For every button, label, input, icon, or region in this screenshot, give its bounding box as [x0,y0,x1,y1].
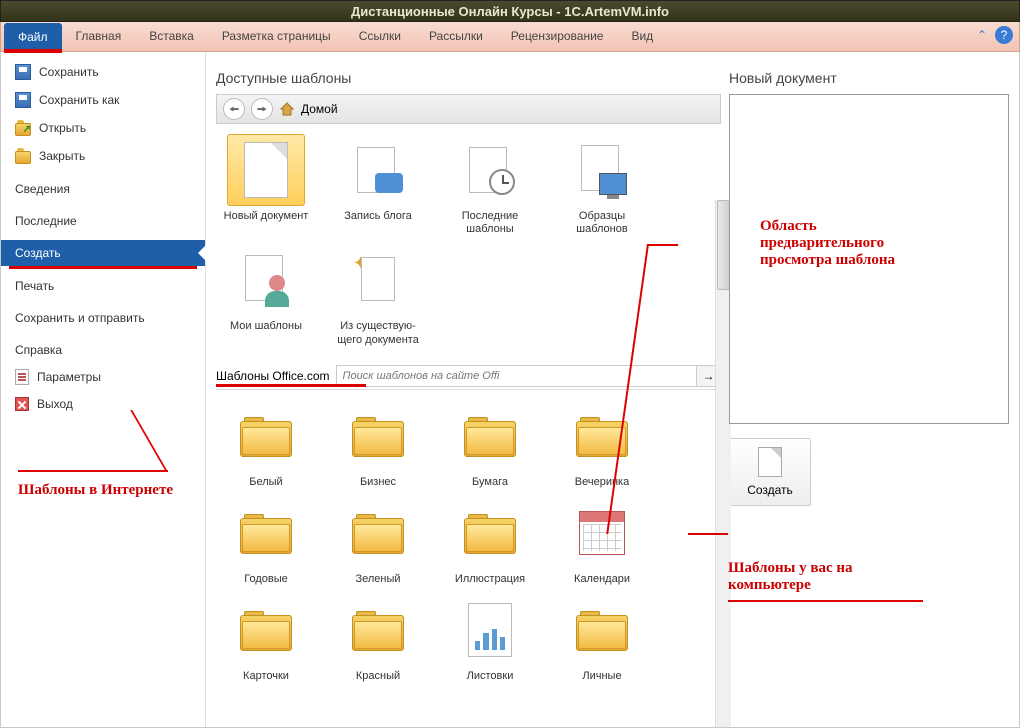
nav-label: Сохранить [39,65,99,79]
preview-panel: Новый документ Создать [729,70,1009,727]
folder-label: Белый [216,476,316,489]
template-label: Новый документ [216,210,316,223]
folder-label: Вечеринка [552,476,652,489]
tab-view[interactable]: Вид [617,22,667,51]
options-icon [15,369,29,385]
nav-save[interactable]: Сохранить [1,58,205,86]
nav-options[interactable]: Параметры [1,363,205,391]
template-folder[interactable]: Листовки [440,594,540,683]
template-folder[interactable]: Бизнес [328,400,428,489]
template-folder[interactable]: Личные [552,594,652,683]
template-samples[interactable]: Образцы шаблонов [552,134,652,236]
nav-forward-button[interactable]: 🠚 [251,98,273,120]
nav-label: Последние [15,214,77,228]
folder-label: Бумага [440,476,540,489]
template-my[interactable]: Мои шаблоны [216,244,316,346]
office-section-label: Шаблоны Office.com [216,369,330,383]
folder-label: Красный [328,670,428,683]
nav-open[interactable]: ↗ Открыть [1,114,205,142]
template-blog-post[interactable]: Запись блога [328,134,428,236]
nav-label: Печать [15,279,54,293]
template-label: Образцы шаблонов [552,210,652,236]
tab-insert[interactable]: Вставка [135,22,208,51]
tab-mailings[interactable]: Рассылки [415,22,497,51]
template-from-existing[interactable]: ✦ Из существую- щего документа [328,244,428,346]
nav-save-send[interactable]: Сохранить и отправить [1,305,205,331]
template-label: Мои шаблоны [216,320,316,333]
help-icon[interactable]: ? [995,26,1013,44]
folder-label: Карточки [216,670,316,683]
folder-label: Личные [552,670,652,683]
template-folder[interactable]: Бумага [440,400,540,489]
templates-heading: Доступные шаблоны [216,70,721,86]
save-icon [15,64,31,80]
tab-home[interactable]: Главная [62,22,136,51]
template-folder[interactable]: Вечеринка [552,400,652,489]
office-templates-header: Шаблоны Office.com → [216,361,721,390]
nav-label: Закрыть [39,149,85,163]
nav-label: Открыть [39,121,86,135]
nav-label: Сведения [15,182,70,196]
template-new-document[interactable]: Новый документ [216,134,316,236]
template-folder[interactable]: Белый [216,400,316,489]
minimize-ribbon-icon[interactable]: ⌃ [973,26,991,44]
folder-label: Листовки [440,670,540,683]
close-icon [15,148,31,164]
nav-label: Сохранить как [39,93,119,107]
tab-file[interactable]: Файл [4,23,62,51]
local-templates-grid: Новый документ Запись блога Последние ша… [216,124,721,357]
create-button[interactable]: Создать [729,438,811,506]
nav-help[interactable]: Справка [1,337,205,363]
tab-references[interactable]: Ссылки [345,22,415,51]
template-folder[interactable]: Иллюстрация [440,497,540,586]
nav-back-button[interactable]: 🠘 [223,98,245,120]
nav-label: Параметры [37,370,101,384]
nav-recent[interactable]: Последние [1,208,205,234]
ribbon: Файл Главная Вставка Разметка страницы С… [0,22,1020,52]
templates-panel: Доступные шаблоны 🠘 🠚 Домой Новый докуме… [216,70,721,727]
nav-info[interactable]: Сведения [1,176,205,202]
preview-area [729,94,1009,424]
title-bar: Дистанционные Онлайн Курсы - 1C.ArtemVM.… [0,0,1020,22]
nav-label: Выход [37,397,73,411]
exit-icon [15,397,29,411]
nav-create[interactable]: Создать [1,240,205,266]
template-label: Последние шаблоны [440,210,540,236]
document-icon [758,447,782,477]
save-as-icon [15,92,31,108]
template-folder[interactable]: Зеленый [328,497,428,586]
folder-label: Бизнес [328,476,428,489]
create-button-label: Создать [747,483,793,497]
backstage-nav: Сохранить Сохранить как ↗ Открыть Закрыт… [1,52,206,727]
nav-exit[interactable]: Выход [1,391,205,417]
annotation-underline [9,266,197,269]
template-label: Запись блога [328,210,428,223]
template-folder[interactable]: Календари [552,497,652,586]
template-recent[interactable]: Последние шаблоны [440,134,540,236]
folder-label: Зеленый [328,573,428,586]
folder-label: Годовые [216,573,316,586]
folder-label: Календари [552,573,652,586]
template-folder[interactable]: Годовые [216,497,316,586]
office-templates-grid: Белый Бизнес Бумага Вечеринка Годовые Зеленый… [216,390,721,694]
home-icon[interactable] [279,101,295,117]
nav-label: Создать [15,246,61,260]
open-icon: ↗ [15,120,31,136]
nav-label: Сохранить и отправить [15,311,145,325]
template-folder[interactable]: Карточки [216,594,316,683]
nav-print[interactable]: Печать [1,273,205,299]
search-templates-input[interactable] [336,365,697,387]
template-folder[interactable]: Красный [328,594,428,683]
preview-heading: Новый документ [729,70,1009,86]
nav-label: Справка [15,343,62,357]
template-label: Из существую- щего документа [328,320,428,346]
folder-label: Иллюстрация [440,573,540,586]
nav-close[interactable]: Закрыть [1,142,205,170]
nav-save-as[interactable]: Сохранить как [1,86,205,114]
tab-layout[interactable]: Разметка страницы [208,22,345,51]
tab-review[interactable]: Рецензирование [497,22,618,51]
templates-nav-bar: 🠘 🠚 Домой [216,94,721,124]
breadcrumb-home[interactable]: Домой [301,102,338,116]
